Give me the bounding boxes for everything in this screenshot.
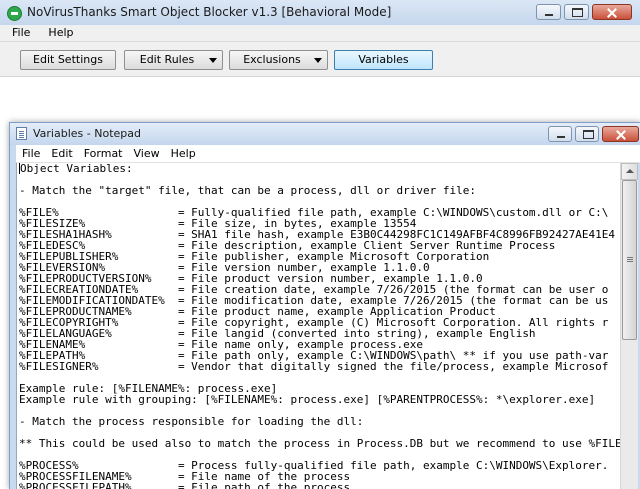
variables-button[interactable]: Variables bbox=[334, 50, 433, 70]
app-minimize-button[interactable] bbox=[536, 4, 561, 20]
edit-settings-button[interactable]: Edit Settings bbox=[20, 50, 116, 70]
notepad-text-line: ** This could be used also to match the … bbox=[19, 437, 620, 450]
notepad-menu-edit[interactable]: Edit bbox=[45, 145, 77, 162]
scrollbar-thumb[interactable] bbox=[622, 180, 637, 340]
variables-label: Variables bbox=[358, 53, 409, 66]
notepad-title-bar[interactable]: Variables - Notepad bbox=[10, 123, 640, 145]
app-title-bar[interactable]: NoVirusThanks Smart Object Blocker v1.3 … bbox=[0, 0, 640, 26]
notepad-menu-format[interactable]: Format bbox=[78, 145, 128, 162]
maximize-icon bbox=[576, 127, 598, 141]
notepad-window-title: Variables - Notepad bbox=[33, 127, 141, 140]
edit-rules-button[interactable]: Edit Rules bbox=[124, 50, 223, 70]
notepad-window: Variables - Notepad File Edit Format Vie… bbox=[9, 122, 640, 489]
notepad-menu-view[interactable]: View bbox=[128, 145, 165, 162]
exclusions-button[interactable]: Exclusions bbox=[229, 50, 328, 70]
close-icon bbox=[603, 127, 638, 141]
notepad-maximize-button[interactable] bbox=[575, 126, 599, 142]
notepad-text-line: - Match the process responsible for load… bbox=[19, 415, 364, 428]
notepad-icon bbox=[16, 127, 27, 140]
maximize-icon bbox=[565, 5, 588, 19]
app-close-button[interactable] bbox=[592, 4, 632, 20]
edit-rules-label: Edit Rules bbox=[139, 53, 195, 66]
notepad-text-area[interactable]: Object Variables: - Match the "target" f… bbox=[16, 163, 620, 489]
app-shield-icon bbox=[7, 6, 22, 21]
chevron-down-icon bbox=[209, 58, 217, 63]
scroll-up-arrow-icon[interactable] bbox=[621, 163, 638, 180]
notepad-text-line: - Match the "target" file, that can be a… bbox=[19, 184, 476, 197]
app-menu-file[interactable]: File bbox=[0, 25, 36, 41]
notepad-text-line: %FILESIGNER% = Vendor that digitally sig… bbox=[19, 360, 609, 373]
notepad-menu-bar: File Edit Format View Help bbox=[16, 145, 640, 163]
app-window-title: NoVirusThanks Smart Object Blocker v1.3 … bbox=[27, 5, 392, 19]
notepad-text-line: Object Variables: bbox=[20, 163, 133, 175]
app-toolbar: Edit Settings Edit Rules Exclusions Vari… bbox=[0, 42, 640, 77]
notepad-menu-file[interactable]: File bbox=[16, 145, 45, 162]
minimize-icon bbox=[537, 5, 560, 19]
notepad-document-text: Object Variables: - Match the "target" f… bbox=[19, 163, 620, 489]
app-menu-bar: File Help bbox=[0, 25, 640, 42]
edit-settings-label: Edit Settings bbox=[33, 53, 103, 66]
notepad-vertical-scrollbar[interactable] bbox=[620, 163, 638, 489]
app-maximize-button[interactable] bbox=[564, 4, 589, 20]
close-icon bbox=[593, 5, 631, 19]
notepad-close-button[interactable] bbox=[602, 126, 639, 142]
notepad-text-line: Example rule with grouping: [%FILENAME%:… bbox=[19, 393, 596, 406]
chevron-down-icon bbox=[314, 58, 322, 63]
exclusions-label: Exclusions bbox=[243, 53, 301, 66]
notepad-minimize-button[interactable] bbox=[548, 126, 572, 142]
app-menu-help[interactable]: Help bbox=[36, 25, 79, 41]
minimize-icon bbox=[549, 127, 571, 141]
notepad-menu-help[interactable]: Help bbox=[165, 145, 201, 162]
